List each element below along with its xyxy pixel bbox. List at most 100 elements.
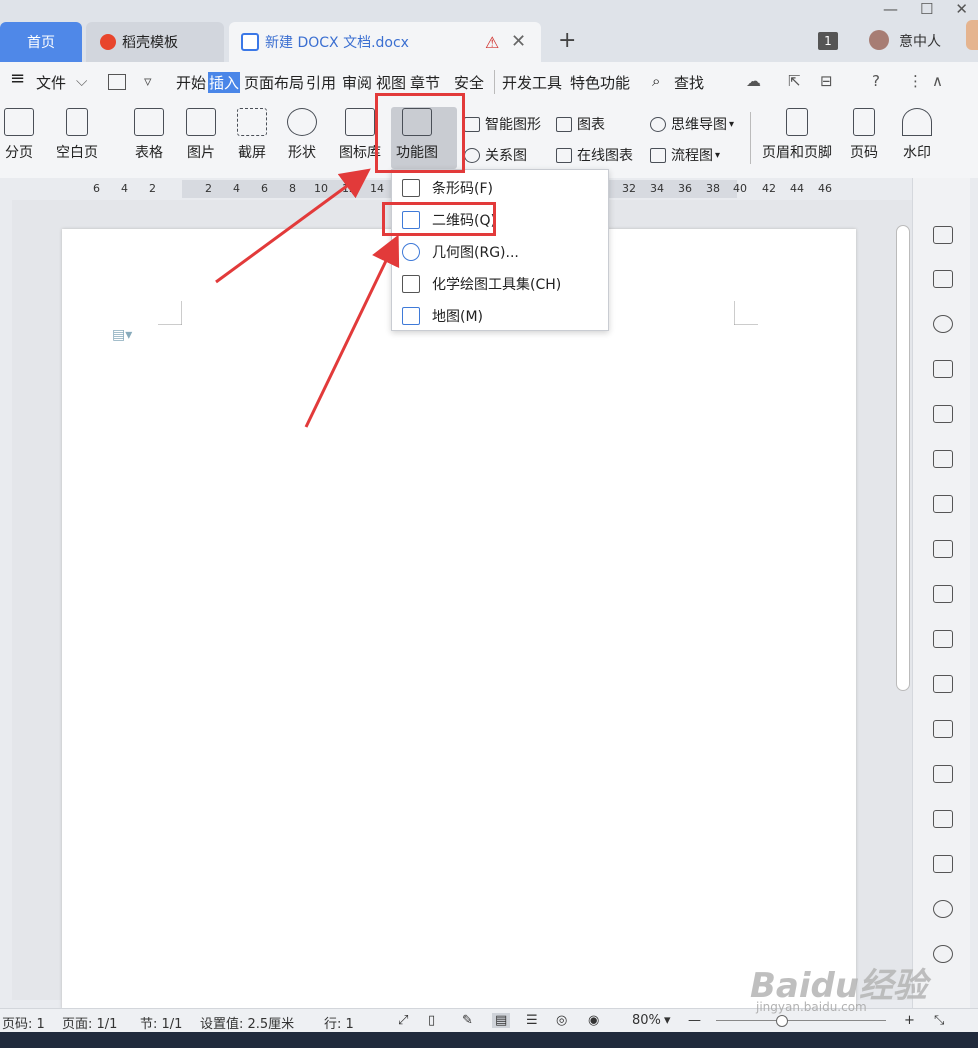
image-icon[interactable] xyxy=(933,810,953,828)
tab-home[interactable]: 首页 xyxy=(0,22,82,62)
help-circle-icon[interactable] xyxy=(933,945,953,963)
text-style-icon[interactable] xyxy=(933,405,953,423)
picture-button[interactable]: 图片 xyxy=(186,108,216,162)
icon-library-button[interactable]: 图标库 xyxy=(339,108,381,162)
flask-icon xyxy=(402,275,420,293)
mindmap-button[interactable]: 思维导图 ▾ xyxy=(650,114,734,134)
outline-view-icon[interactable]: ☰ xyxy=(526,1013,538,1028)
user-name[interactable]: 意中人 xyxy=(899,31,941,51)
apps-icon[interactable] xyxy=(933,495,953,513)
page-view-icon[interactable]: ▤ xyxy=(492,1013,511,1028)
smart-shape-button[interactable]: 智能图形 xyxy=(464,114,541,134)
paragraph-options-icon[interactable]: ▤▾ xyxy=(112,327,132,343)
screenshot-button[interactable]: 截屏 xyxy=(237,108,267,162)
page-break-button[interactable]: 分页 xyxy=(4,108,34,162)
window-controls: — ☐ ✕ xyxy=(883,0,968,24)
menu-security[interactable]: 安全 xyxy=(454,72,484,93)
zoom-dropdown-icon[interactable]: ▾ xyxy=(664,1013,671,1028)
menu-search[interactable]: 查找 xyxy=(674,72,704,93)
share-icon[interactable]: ⇱ xyxy=(788,72,801,90)
cloud-icon[interactable]: ☁ xyxy=(746,72,761,90)
history-icon[interactable] xyxy=(933,900,953,918)
save-icon[interactable] xyxy=(108,74,126,90)
online-chart-button[interactable]: 在线图表 xyxy=(556,145,633,165)
vertical-scrollbar[interactable] xyxy=(896,225,910,691)
warning-icon[interactable]: ⚠ xyxy=(485,33,499,52)
header-footer-button[interactable]: 页眉和页脚 xyxy=(762,108,832,162)
zoom-slider-thumb[interactable] xyxy=(776,1015,788,1027)
menu-review[interactable]: 审阅 xyxy=(342,72,372,93)
menu-start[interactable]: 开始 xyxy=(176,72,206,93)
help-icon[interactable]: ? xyxy=(872,72,880,90)
menu-chapter[interactable]: 章节 xyxy=(410,72,440,93)
chart-icon xyxy=(556,116,572,132)
menu-view[interactable]: 视图 xyxy=(376,72,406,93)
menu-item-chemistry[interactable]: 化学绘图工具集(CH) xyxy=(392,268,608,300)
collapse-ribbon-icon[interactable]: ∧ xyxy=(932,72,943,90)
zoom-out-icon[interactable]: — xyxy=(688,1013,701,1028)
close-tab-icon[interactable]: ✕ xyxy=(511,31,526,52)
archive-icon[interactable] xyxy=(933,765,953,783)
window-count-badge[interactable]: 1 xyxy=(818,32,838,50)
watermark-button[interactable]: 水印 xyxy=(902,108,932,162)
eye-protect-icon[interactable]: ◉ xyxy=(588,1013,599,1028)
close-window-button[interactable]: ✕ xyxy=(955,0,968,24)
maximize-button[interactable]: ☐ xyxy=(920,0,933,24)
zoom-in-icon[interactable]: + xyxy=(904,1013,915,1028)
menu-file[interactable]: 文件 xyxy=(36,72,66,93)
table-button[interactable]: 表格 xyxy=(134,108,164,162)
menu-insert[interactable]: 插入 xyxy=(208,72,241,93)
minimize-button[interactable]: — xyxy=(883,0,898,24)
edit-mode-icon[interactable]: ✎ xyxy=(462,1013,473,1028)
barcode-label: 条形码(F) xyxy=(432,181,493,197)
pen-icon[interactable] xyxy=(933,226,953,244)
file-chevron-down-icon[interactable]: ⌵ xyxy=(76,72,87,90)
translate-icon[interactable] xyxy=(933,720,953,738)
new-tab-button[interactable]: + xyxy=(558,28,576,53)
web-view-icon[interactable]: ◎ xyxy=(556,1013,567,1028)
menu-page-layout[interactable]: 页面布局 xyxy=(244,72,304,93)
quick-access-chevron-icon[interactable]: ▿ xyxy=(144,72,152,90)
toolbox-icon[interactable]: ⊟ xyxy=(820,72,833,90)
grid-icon[interactable] xyxy=(933,450,953,468)
shapes-icon[interactable] xyxy=(933,360,953,378)
avatar[interactable] xyxy=(869,30,889,50)
page-number-icon xyxy=(853,108,875,136)
menu-item-geometry[interactable]: 几何图(RG)... xyxy=(392,236,608,268)
relation-chart-button[interactable]: 关系图 xyxy=(464,145,527,165)
gallery-icon[interactable] xyxy=(933,630,953,648)
search-icon[interactable]: ⌕ xyxy=(652,72,660,90)
zoom-slider[interactable] xyxy=(716,1020,886,1021)
table-label: 表格 xyxy=(135,145,163,161)
shape-button[interactable]: 形状 xyxy=(287,108,317,162)
menu-developer[interactable]: 开发工具 xyxy=(502,72,562,93)
fullscreen-icon[interactable]: ⤢ xyxy=(398,1013,408,1028)
menu-item-map[interactable]: 地图(M) xyxy=(392,300,608,332)
chart-button[interactable]: 图表 xyxy=(556,114,605,134)
star-icon[interactable] xyxy=(933,315,953,333)
blank-page-button[interactable]: 空白页 xyxy=(56,108,98,162)
menu-reference[interactable]: 引用 xyxy=(306,72,336,93)
zoom-level[interactable]: 80% xyxy=(632,1013,661,1028)
bar-chart-icon[interactable] xyxy=(933,540,953,558)
menu-item-barcode[interactable]: 条形码(F) xyxy=(392,172,608,204)
hamburger-icon[interactable]: ≡ xyxy=(10,68,25,89)
shield-icon[interactable] xyxy=(933,855,953,873)
fit-window-icon[interactable]: ⤡ xyxy=(934,1013,944,1028)
tab-template[interactable]: 稻壳模板 xyxy=(86,22,224,62)
map-icon xyxy=(402,307,420,325)
menu-item-qrcode[interactable]: 二维码(Q) xyxy=(392,204,608,236)
flowchart-button[interactable]: 流程图 ▾ xyxy=(650,145,720,165)
menu-special[interactable]: 特色功能 xyxy=(570,72,630,93)
page-number-button[interactable]: 页码 xyxy=(850,108,878,162)
document-page[interactable]: ▤▾ xyxy=(62,229,856,1009)
sliders-icon[interactable] xyxy=(933,585,953,603)
more-icon[interactable]: ⋮ xyxy=(908,72,923,90)
cursor-icon[interactable] xyxy=(933,270,953,288)
export-icon[interactable] xyxy=(933,675,953,693)
ruler-tick: 8 xyxy=(289,182,296,195)
function-chart-button[interactable]: 功能图 xyxy=(396,108,438,162)
tab-document[interactable]: 新建 DOCX 文档.docx ⚠ ✕ xyxy=(229,22,541,62)
status-setting[interactable]: 设置值: 2.5厘米 xyxy=(200,1013,294,1032)
read-mode-icon[interactable]: ▯ xyxy=(428,1013,435,1028)
